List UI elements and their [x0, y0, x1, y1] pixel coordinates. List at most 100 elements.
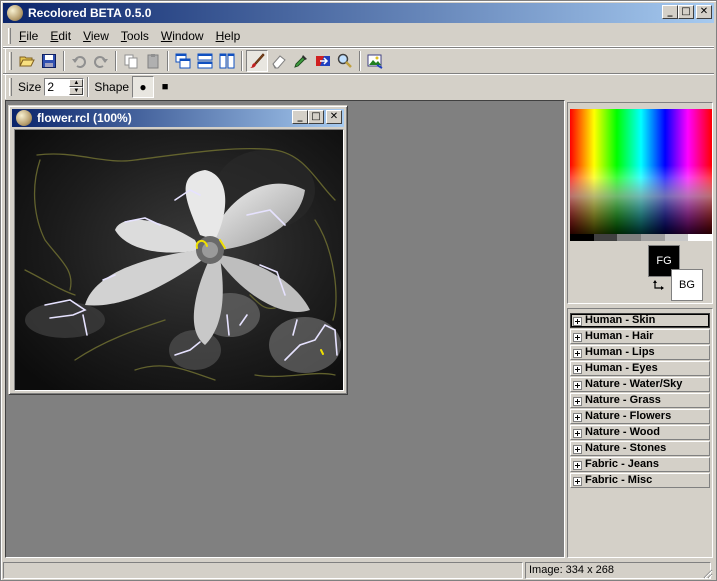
menu-tools[interactable]: Tools — [115, 29, 155, 43]
window-caption-buttons: _ □ ✕ — [662, 5, 712, 19]
expand-plus-icon[interactable] — [573, 429, 582, 438]
menu-window[interactable]: Window — [155, 29, 210, 43]
preset-item[interactable]: Nature - Stones — [570, 441, 710, 456]
floppy-disk-icon — [42, 54, 56, 68]
document-maximize-button[interactable]: □ — [308, 110, 324, 124]
image-size-status: Image: 334 x 268 — [525, 562, 711, 579]
round-shape-button[interactable]: ● — [132, 76, 155, 98]
gray-swatch[interactable] — [664, 234, 689, 241]
square-shape-button[interactable]: ■ — [154, 76, 176, 98]
gray-swatch[interactable] — [688, 234, 713, 241]
paste-button[interactable] — [142, 50, 164, 72]
mdi-workspace[interactable]: flower.rcl (100%) _ □ ✕ — [5, 100, 565, 558]
expand-plus-icon[interactable] — [573, 365, 582, 374]
eyedropper-tool-button[interactable] — [290, 50, 312, 72]
image-preview-icon — [367, 54, 383, 69]
cascade-windows-button[interactable] — [172, 50, 194, 72]
preset-item[interactable]: Nature - Grass — [570, 393, 710, 408]
expand-plus-icon[interactable] — [573, 349, 582, 358]
document-close-button[interactable]: ✕ — [326, 110, 342, 124]
document-icon[interactable] — [16, 110, 32, 126]
document-window: flower.rcl (100%) _ □ ✕ — [8, 105, 348, 395]
gray-swatch[interactable] — [570, 234, 594, 241]
preset-item[interactable]: Human - Eyes — [570, 361, 710, 376]
background-color-swatch[interactable]: BG — [671, 269, 703, 301]
menu-file[interactable]: File — [13, 29, 44, 43]
toolbar-separator — [167, 51, 169, 71]
expand-plus-icon[interactable] — [573, 381, 582, 390]
resize-grip-icon[interactable] — [701, 567, 713, 579]
brush-tool-button[interactable] — [246, 50, 268, 72]
expand-plus-icon[interactable] — [573, 397, 582, 406]
toolbar-grip[interactable] — [9, 52, 12, 70]
app-title: Recolored BETA 0.5.0 — [28, 6, 152, 20]
copy-button[interactable] — [120, 50, 142, 72]
gray-swatch[interactable] — [641, 234, 665, 241]
menu-view[interactable]: View — [77, 29, 115, 43]
brush-options-row: Size 2 ▲ ▼ Shape ● ■ — [3, 73, 714, 99]
paintbrush-icon — [250, 53, 265, 68]
toolbar-separator — [359, 51, 361, 71]
eraser-tool-button[interactable] — [268, 50, 290, 72]
brush-size-label: Size — [18, 80, 42, 94]
app-titlebar[interactable]: Recolored BETA 0.5.0 _ □ ✕ — [3, 3, 714, 23]
minimize-button[interactable]: _ — [662, 5, 678, 19]
redo-button[interactable] — [90, 50, 112, 72]
undo-button[interactable] — [68, 50, 90, 72]
magnifier-icon — [337, 53, 352, 68]
expand-plus-icon[interactable] — [573, 333, 582, 342]
folder-open-icon — [19, 56, 35, 67]
expand-plus-icon[interactable] — [573, 413, 582, 422]
toolbar-separator — [63, 51, 65, 71]
spin-up-arrow-icon[interactable]: ▲ — [69, 79, 84, 87]
tile-horizontal-button[interactable] — [194, 50, 216, 72]
preset-item[interactable]: Nature - Wood — [570, 425, 710, 440]
tile-vertical-button[interactable] — [216, 50, 238, 72]
preset-item[interactable]: Fabric - Misc — [570, 473, 710, 488]
preset-item[interactable]: Human - Skin — [570, 313, 710, 328]
main-toolbar — [5, 49, 386, 73]
open-button[interactable] — [16, 50, 38, 72]
spin-down-arrow-icon[interactable]: ▼ — [69, 87, 84, 95]
expand-plus-icon[interactable] — [573, 317, 582, 326]
image-canvas[interactable] — [14, 129, 344, 391]
menu-edit[interactable]: Edit — [44, 29, 77, 43]
close-button[interactable]: ✕ — [696, 5, 712, 19]
grayscale-strip[interactable] — [570, 234, 713, 241]
tile-horizontal-icon — [197, 53, 213, 69]
expand-plus-icon[interactable] — [573, 461, 582, 470]
brush-shape-label: Shape — [94, 80, 130, 94]
brush-size-value[interactable]: 2 — [45, 79, 69, 95]
app-window: Recolored BETA 0.5.0 _ □ ✕ File Edit Vie… — [0, 0, 717, 581]
document-caption-buttons: _ □ ✕ — [292, 110, 342, 124]
zoom-tool-button[interactable] — [334, 50, 356, 72]
document-titlebar[interactable]: flower.rcl (100%) _ □ ✕ — [12, 109, 344, 127]
replace-color-icon — [316, 56, 330, 66]
menu-help[interactable]: Help — [210, 29, 247, 43]
color-palette-panel: FG BG — [567, 102, 713, 304]
eyedropper-icon — [294, 55, 307, 68]
maximize-button[interactable]: □ — [678, 5, 694, 19]
gray-swatch[interactable] — [593, 234, 618, 241]
preset-item[interactable]: Fabric - Jeans — [570, 457, 710, 472]
replace-color-tool-button[interactable] — [312, 50, 334, 72]
eraser-icon — [272, 55, 286, 69]
image-preview-button[interactable] — [364, 50, 386, 72]
expand-plus-icon[interactable] — [573, 477, 582, 486]
status-message-pane — [3, 562, 523, 579]
preset-item[interactable]: Human - Lips — [570, 345, 710, 360]
app-icon[interactable] — [7, 5, 23, 21]
preset-item[interactable]: Human - Hair — [570, 329, 710, 344]
brush-size-spinner[interactable]: 2 ▲ ▼ — [44, 78, 85, 96]
document-minimize-button[interactable]: _ — [292, 110, 308, 124]
save-button[interactable] — [38, 50, 60, 72]
menu-grip[interactable] — [8, 28, 11, 44]
toolbar-grip[interactable] — [9, 78, 12, 96]
preset-item[interactable]: Nature - Flowers — [570, 409, 710, 424]
expand-plus-icon[interactable] — [573, 445, 582, 454]
color-spectrum[interactable] — [570, 109, 712, 234]
swap-colors-icon[interactable] — [652, 279, 668, 295]
toolbar-separator — [241, 51, 243, 71]
gray-swatch[interactable] — [617, 234, 642, 241]
preset-item[interactable]: Nature - Water/Sky — [570, 377, 710, 392]
